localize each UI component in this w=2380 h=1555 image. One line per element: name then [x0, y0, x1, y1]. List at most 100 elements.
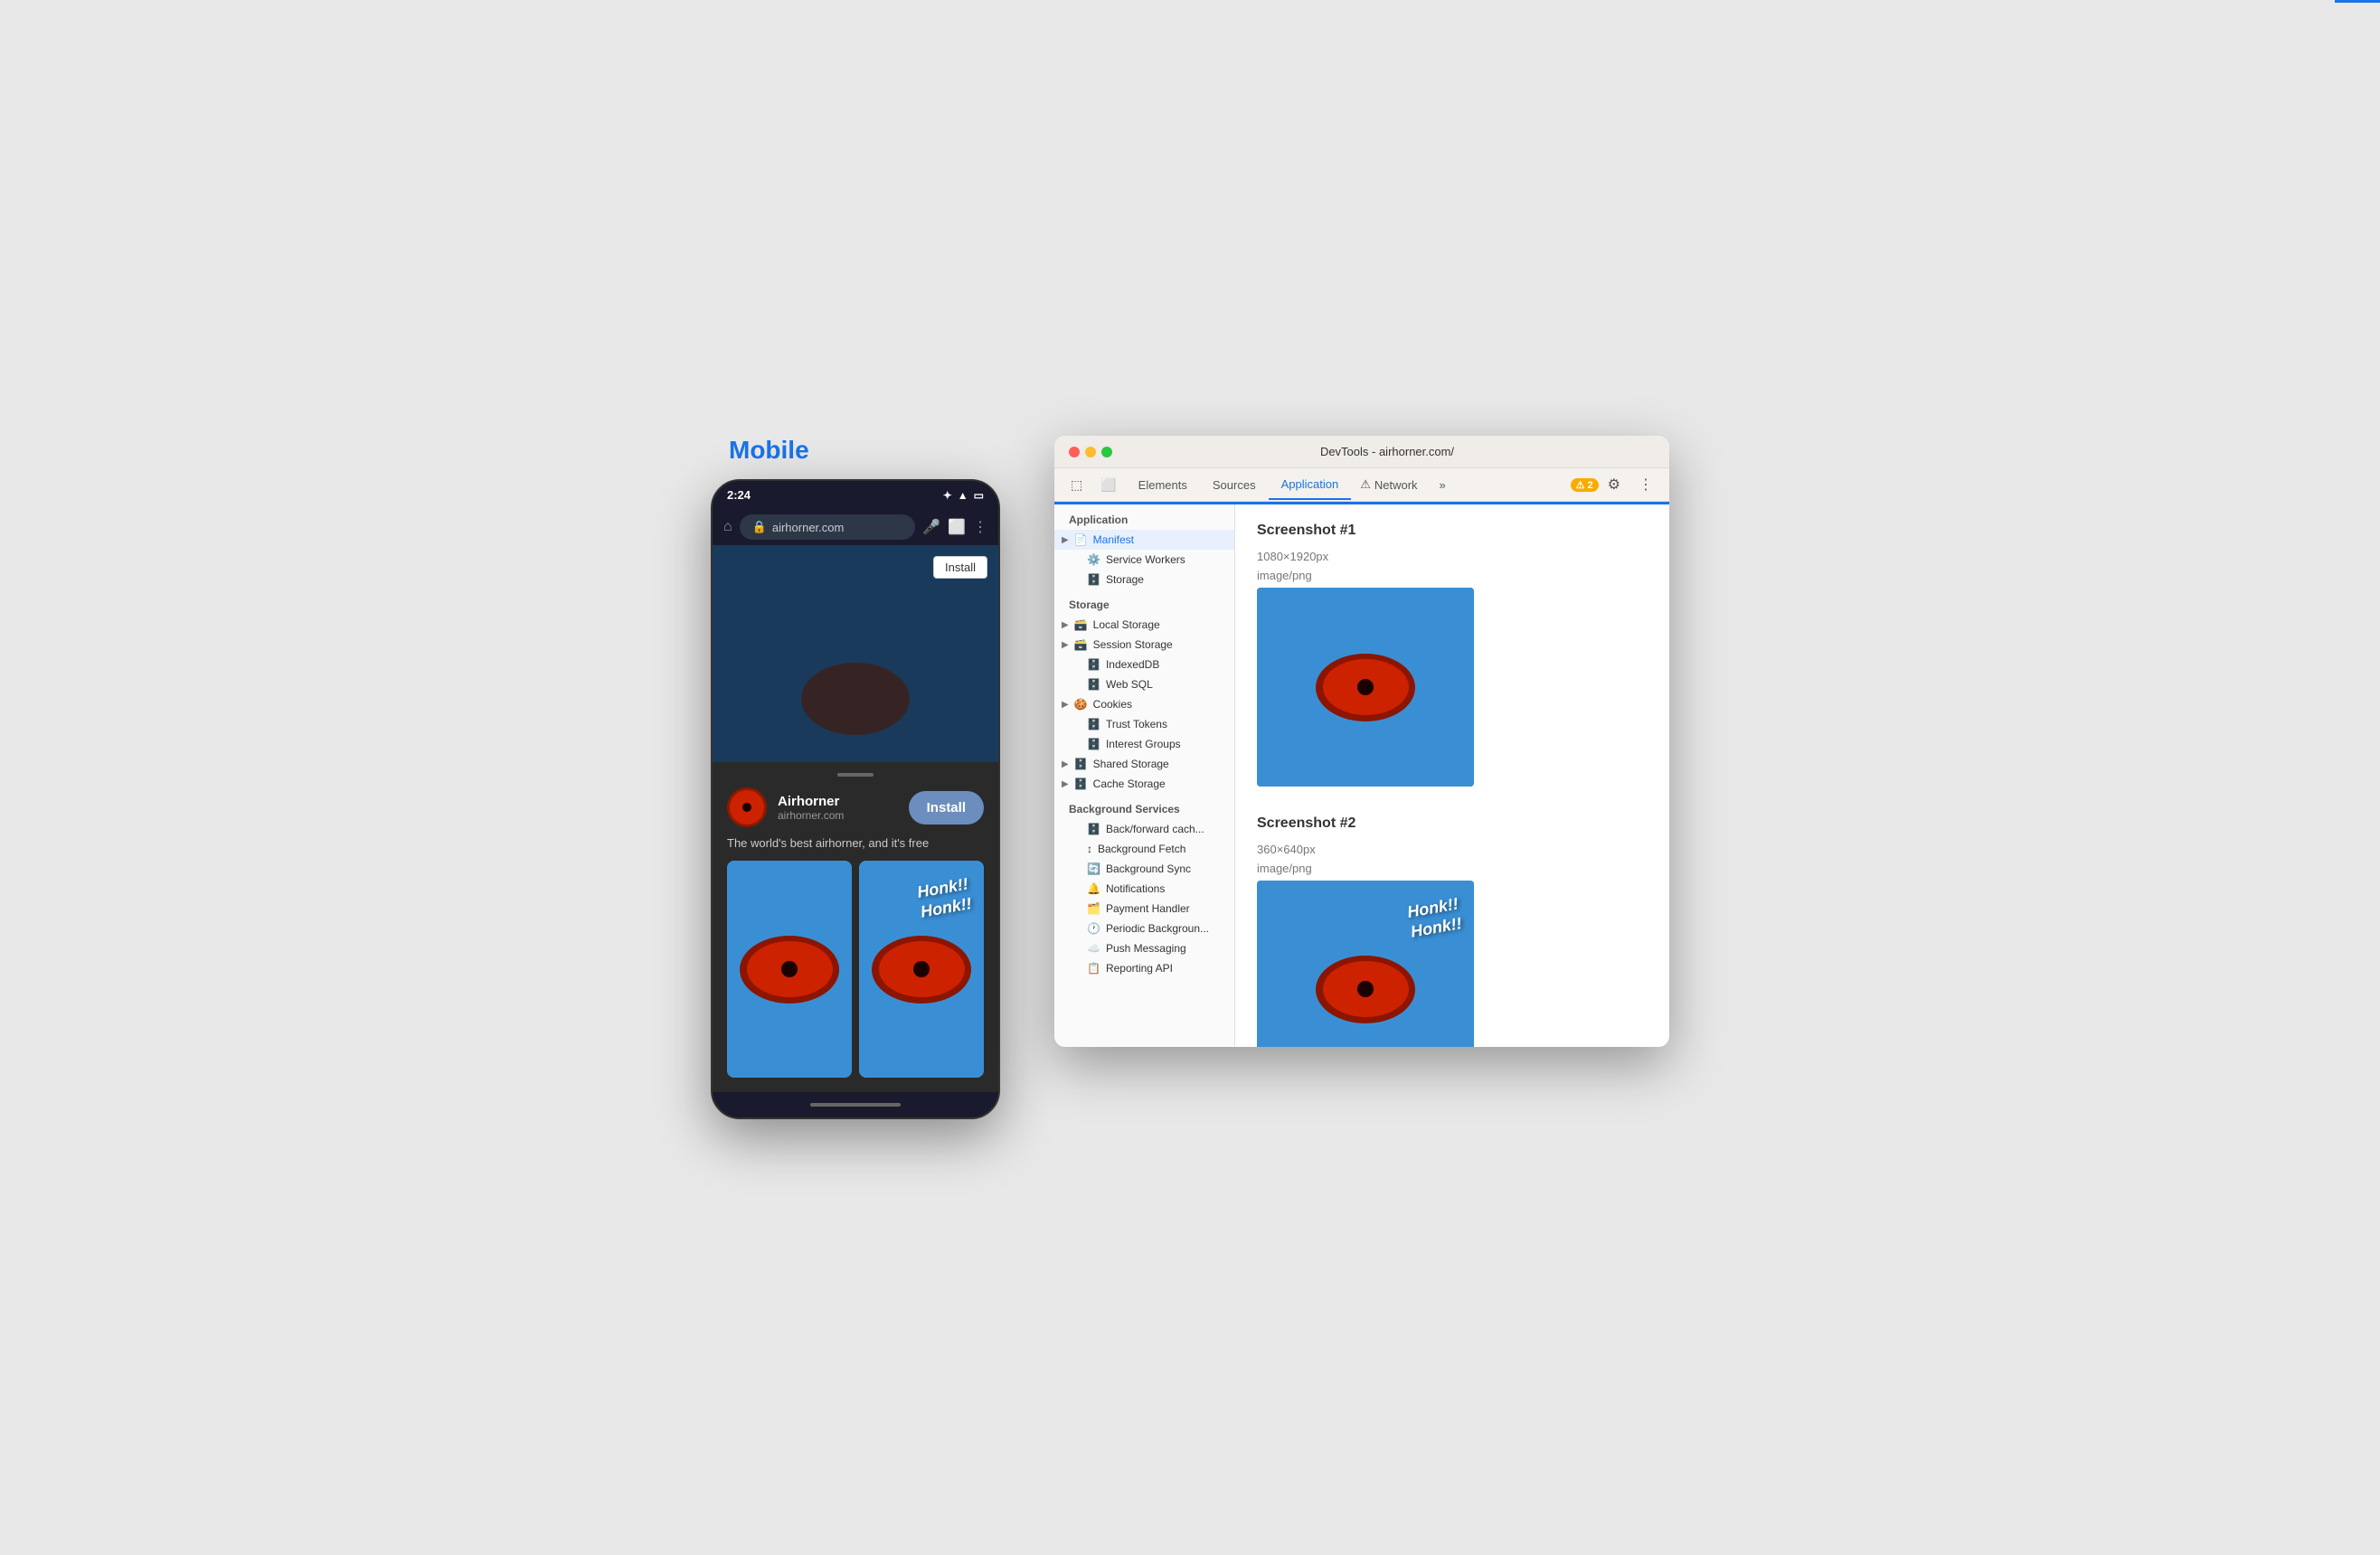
chevron-icon-session: ▶: [1062, 640, 1069, 650]
sidebar-section-bg-services: Background Services: [1054, 794, 1234, 819]
minimize-button[interactable]: [1085, 447, 1096, 457]
traffic-lights: [1069, 447, 1112, 457]
phone-url-box[interactable]: 🔒 airhorner.com: [740, 514, 915, 540]
screenshot-1-dimensions: 1080×1920px: [1257, 550, 1648, 563]
tab-elements[interactable]: Elements: [1126, 471, 1200, 499]
screenshot-2-visual: Honk!!Honk!!: [1257, 881, 1474, 1047]
sidebar-item-reporting-api[interactable]: 📋 Reporting API: [1054, 958, 1234, 978]
devtools-title: DevTools - airhorner.com/: [1119, 445, 1655, 458]
interest-groups-label: Interest Groups: [1106, 738, 1181, 750]
storage-icon: 🗄️: [1087, 573, 1100, 586]
tab-more[interactable]: »: [1427, 471, 1459, 499]
trust-tokens-icon: 🗄️: [1087, 718, 1100, 730]
cache-storage-icon: 🗄️: [1074, 778, 1088, 790]
settings-icon[interactable]: ⚙: [1599, 468, 1629, 501]
notifications-label: Notifications: [1106, 882, 1165, 895]
tab-sources[interactable]: Sources: [1200, 471, 1269, 499]
sidebar-item-push-messaging[interactable]: ☁️ Push Messaging: [1054, 938, 1234, 958]
manifest-icon: 📄: [1074, 533, 1088, 546]
mic-icon[interactable]: 🎤: [922, 518, 940, 536]
bg-fetch-label: Background Fetch: [1098, 843, 1185, 855]
reporting-api-icon: 📋: [1087, 962, 1100, 975]
app-install-row: Airhorner airhorner.com Install: [727, 787, 984, 827]
inspect-icon[interactable]: ⬚: [1062, 470, 1091, 500]
horn-inner-s1: [1357, 679, 1374, 695]
app-name: Airhorner: [778, 794, 898, 809]
phone-time: 2:24: [727, 488, 751, 502]
periodic-bg-label: Periodic Backgroun...: [1106, 922, 1209, 935]
horn-outer-1: [740, 936, 839, 1004]
screenshot-2-dimensions: 360×640px: [1257, 843, 1648, 856]
warning-badge: ⚠ 2: [1571, 478, 1599, 492]
screenshot-2-title: Screenshot #2: [1257, 815, 1648, 832]
phone-content-area: Install: [713, 545, 998, 762]
more-icon[interactable]: ⋮: [973, 518, 987, 536]
sidebar-item-periodic-bg[interactable]: 🕐 Periodic Backgroun...: [1054, 919, 1234, 938]
cookies-label: Cookies: [1093, 698, 1132, 711]
phone-bottom-sheet: Airhorner airhorner.com Install The worl…: [713, 762, 998, 1092]
sidebar-item-shared-storage[interactable]: ▶ 🗄️ Shared Storage: [1054, 754, 1234, 774]
horn-mid-2: [879, 941, 965, 997]
phone-address-bar: ⌂ 🔒 airhorner.com 🎤 ⬜ ⋮: [713, 509, 998, 545]
websql-icon: 🗄️: [1087, 678, 1100, 691]
phone-bottom-bar: [713, 1092, 998, 1117]
app-url-text: airhorner.com: [778, 809, 898, 822]
notifications-icon: 🔔: [1087, 882, 1100, 895]
push-messaging-icon: ☁️: [1087, 942, 1100, 955]
sidebar-item-local-storage[interactable]: ▶ 🗃️ Local Storage: [1054, 615, 1234, 635]
sidebar-section-application: Application: [1054, 504, 1234, 530]
devtools-window: DevTools - airhorner.com/ ⬚ ⬜ Elements S…: [1054, 436, 1669, 1047]
screenshot-1-type: image/png: [1257, 569, 1648, 582]
sidebar-item-manifest[interactable]: ▶ 📄 Manifest: [1054, 530, 1234, 550]
sidebar-item-service-workers[interactable]: ⚙️ Service Workers: [1054, 550, 1234, 570]
tab-network[interactable]: ⚠ Network: [1351, 470, 1426, 499]
home-icon[interactable]: ⌂: [723, 519, 732, 535]
honk-text-preview-2: Honk!!Honk!!: [1406, 894, 1464, 941]
tab-network-label: Network: [1374, 478, 1418, 492]
chevron-icon-local: ▶: [1062, 620, 1069, 630]
chevron-icon-cache: ▶: [1062, 779, 1069, 789]
horn-visual-2: Honk!!Honk!!: [859, 861, 984, 1078]
interest-groups-icon: 🗄️: [1087, 738, 1100, 750]
sidebar-item-cookies[interactable]: ▶ 🍪 Cookies: [1054, 694, 1234, 714]
sidebar-item-bg-sync[interactable]: 🔄 Background Sync: [1054, 859, 1234, 879]
periodic-bg-icon: 🕐: [1087, 922, 1100, 935]
chevron-icon-cookies: ▶: [1062, 700, 1069, 710]
sidebar-item-notifications[interactable]: 🔔 Notifications: [1054, 879, 1234, 899]
tab-overflow-icon[interactable]: ⋮: [1629, 468, 1662, 501]
screenshot-section-1: Screenshot #1 1080×1920px image/png: [1257, 523, 1648, 787]
payment-handler-label: Payment Handler: [1106, 902, 1190, 915]
sidebar-item-trust-tokens[interactable]: 🗄️ Trust Tokens: [1054, 714, 1234, 734]
tab-application[interactable]: Application: [1269, 470, 1352, 500]
phone-frame: 2:24 ✦ ▲ ▭ ⌂ 🔒 airhorner.com 🎤 ⬜ ⋮: [711, 479, 1000, 1119]
phone-screenshot-1: [727, 861, 852, 1078]
sidebar-item-storage[interactable]: 🗄️ Storage: [1054, 570, 1234, 589]
lock-icon: 🔒: [752, 520, 767, 534]
app-description: The world's best airhorner, and it's fre…: [727, 836, 984, 850]
phone-screenshot-row: Honk!!Honk!!: [727, 861, 984, 1078]
sidebar-item-session-storage[interactable]: ▶ 🗃️ Session Storage: [1054, 635, 1234, 655]
install-button-main[interactable]: Install: [909, 791, 984, 825]
devtools-tabs-bar: ⬚ ⬜ Elements Sources Application ⚠ Netwo…: [1054, 468, 1669, 502]
sidebar-item-backforward[interactable]: 🗄️ Back/forward cach...: [1054, 819, 1234, 839]
close-button[interactable]: [1069, 447, 1080, 457]
bottom-sheet-handle: [837, 773, 874, 777]
sidebar-item-payment-handler[interactable]: 🗂️ Payment Handler: [1054, 899, 1234, 919]
battery-icon: ▭: [974, 489, 984, 502]
sidebar-item-websql[interactable]: 🗄️ Web SQL: [1054, 674, 1234, 694]
cookies-icon: 🍪: [1074, 698, 1088, 711]
sidebar-item-bg-fetch[interactable]: ↕ Background Fetch: [1054, 839, 1234, 859]
horn-outer-s1: [1316, 654, 1415, 721]
payment-handler-icon: 🗂️: [1087, 902, 1100, 915]
screenshot-2-preview: Honk!!Honk!!: [1257, 881, 1474, 1047]
maximize-button[interactable]: [1101, 447, 1112, 457]
session-storage-icon: 🗃️: [1074, 638, 1088, 651]
sidebar-item-cache-storage[interactable]: ▶ 🗄️ Cache Storage: [1054, 774, 1234, 794]
cast-icon[interactable]: ⬜: [948, 518, 966, 536]
sidebar-item-indexeddb[interactable]: 🗄️ IndexedDB: [1054, 655, 1234, 674]
devtools-main-panel: Screenshot #1 1080×1920px image/png: [1235, 504, 1669, 1047]
install-button-top[interactable]: Install: [933, 556, 987, 579]
screenshot-section-2: Screenshot #2 360×640px image/png Honk!!…: [1257, 815, 1648, 1047]
sidebar-item-interest-groups[interactable]: 🗄️ Interest Groups: [1054, 734, 1234, 754]
device-icon[interactable]: ⬜: [1091, 470, 1125, 500]
